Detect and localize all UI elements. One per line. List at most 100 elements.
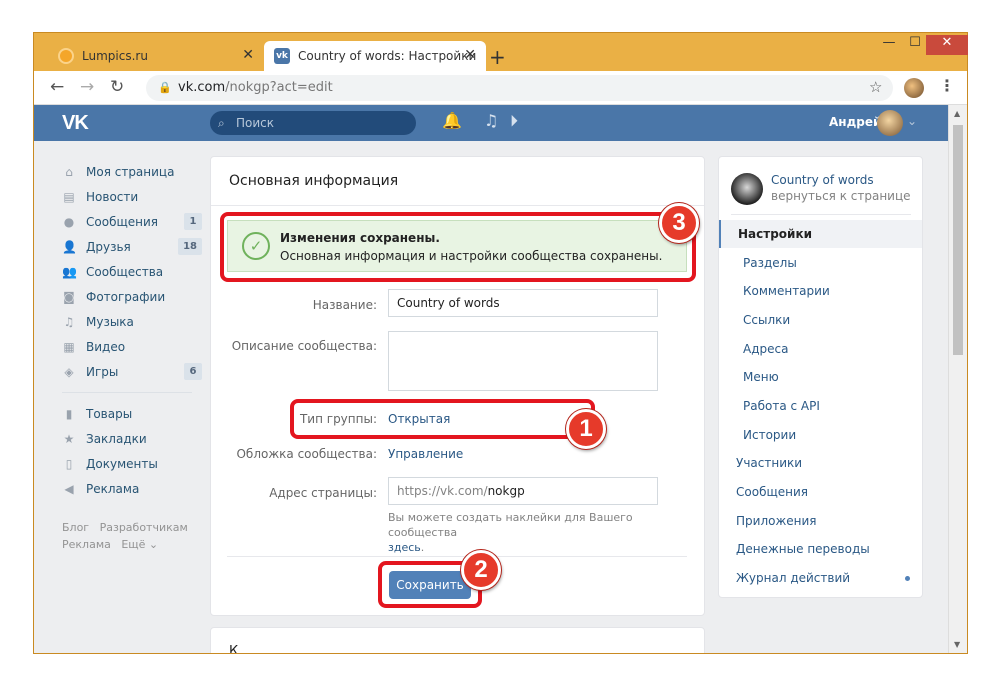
sidebar-item-label: Моя страница [86, 164, 175, 179]
name-field[interactable]: Country of words [388, 289, 658, 317]
sidebar-item-goods[interactable]: ▮ Товары [62, 401, 202, 426]
menu-item-comments[interactable]: Комментарии [719, 277, 922, 305]
sidebar-item-groups[interactable]: 👥 Сообщества [62, 259, 202, 284]
search-placeholder: Поиск [236, 116, 275, 130]
divider [227, 556, 687, 557]
menu-item-links[interactable]: Ссылки [719, 306, 922, 334]
menu-item-money-transfers[interactable]: Денежные переводы [719, 535, 922, 563]
scrollbar-thumb[interactable] [953, 125, 963, 355]
window-close-icon[interactable]: ✕ [926, 35, 968, 55]
hint-link[interactable]: здесь [388, 541, 421, 554]
search-icon: ⌕ [218, 116, 225, 130]
annotation-badge-1: 1 [566, 409, 606, 449]
settings-card: Основная информация ✓ Изменения сохранен… [210, 156, 705, 616]
sidebar-item-video[interactable]: ▦ Видео [62, 334, 202, 359]
footer-link-more[interactable]: Ещё ⌄ [121, 538, 158, 551]
sidebar-item-label: Фотографии [86, 289, 166, 304]
menu-item-action-log[interactable]: Журнал действий [719, 564, 922, 592]
sidebar-item-my-page[interactable]: ⌂ Моя страница [62, 159, 202, 184]
back-icon[interactable]: ← [50, 77, 64, 97]
sidebar-item-ads[interactable]: ◀ Реклама [62, 476, 202, 501]
bookmark-star-icon[interactable]: ☆ [869, 78, 882, 96]
hint-period: . [420, 541, 425, 554]
left-sidebar: ⌂ Моя страница ▤ Новости ● Сообщения 1 👤 Друз… [62, 159, 202, 553]
count-badge: 18 [178, 238, 202, 255]
footer-link-blog[interactable]: Блог [62, 521, 89, 534]
forward-icon[interactable]: → [80, 77, 94, 97]
address-field[interactable]: https://vk.com/nokgp [388, 477, 658, 505]
maximize-icon[interactable]: ☐ [904, 35, 926, 55]
sidebar-item-documents[interactable]: ▯ Документы [62, 451, 202, 476]
minimize-icon[interactable]: — [879, 35, 899, 55]
cover-label: Обложка сообщества: [236, 447, 377, 461]
play-icon[interactable]: ⏵ [510, 111, 518, 131]
music-icon: ♫ [63, 314, 75, 329]
menu-item-sections[interactable]: Разделы [719, 249, 922, 277]
megaphone-icon: ◀ [64, 481, 74, 496]
vk-logo[interactable]: VK [62, 112, 89, 135]
description-field[interactable] [388, 331, 658, 391]
user-name[interactable]: Андрей [829, 115, 881, 129]
music-note-icon[interactable]: ♫ [484, 111, 498, 130]
browser-menu-icon[interactable]: ⋮ [939, 76, 955, 95]
new-tab-button[interactable]: + [489, 45, 506, 69]
menu-item-apps[interactable]: Приложения [719, 507, 922, 535]
home-icon: ⌂ [65, 164, 73, 179]
message-icon: ● [63, 214, 75, 229]
menu-item-api[interactable]: Работа с API [719, 392, 922, 420]
count-badge: 1 [184, 213, 202, 230]
star-icon: ★ [63, 431, 75, 446]
scrollbar[interactable]: ▲ ▼ [948, 105, 967, 653]
scroll-down-icon[interactable]: ▼ [954, 640, 960, 649]
url-path: /nokgp?act=edit [225, 80, 333, 95]
sidebar-item-games[interactable]: ◈ Игры 6 [62, 359, 202, 384]
menu-item-addresses[interactable]: Адреса [719, 335, 922, 363]
sidebar-item-news[interactable]: ▤ Новости [62, 184, 202, 209]
menu-item-settings[interactable]: Настройки [719, 220, 922, 248]
sidebar-item-label: Игры [86, 364, 119, 379]
reload-icon[interactable]: ↻ [110, 77, 124, 97]
bell-icon[interactable]: 🔔 [442, 111, 462, 130]
group-name[interactable]: Country of words [771, 173, 874, 187]
scroll-up-icon[interactable]: ▲ [954, 109, 960, 118]
tab-vk-settings[interactable]: vk Country of words: Настройки ✕ [264, 41, 486, 71]
tab-close-icon[interactable]: ✕ [464, 47, 476, 63]
back-to-page-link[interactable]: вернуться к странице [771, 189, 911, 203]
sidebar-item-messages[interactable]: ● Сообщения 1 [62, 209, 202, 234]
annotation-frame-3 [220, 212, 696, 282]
chevron-down-icon[interactable]: ⌄ [907, 114, 917, 128]
menu-item-messages[interactable]: Сообщения [719, 478, 922, 506]
divider [211, 205, 704, 206]
annotation-badge-3: 3 [659, 203, 699, 243]
annotation-frame-1 [290, 399, 595, 439]
address-prefix: https://vk.com/ [397, 484, 488, 498]
sidebar-item-friends[interactable]: 👤 Друзья 18 [62, 234, 202, 259]
profile-avatar[interactable] [904, 78, 924, 98]
tab-lumpics[interactable]: Lumpics.ru ✕ [50, 41, 264, 71]
avatar[interactable] [877, 110, 903, 136]
lock-icon: 🔒 [158, 81, 172, 94]
search-input[interactable]: ⌕ Поиск [210, 111, 416, 135]
next-card-title: К... [229, 644, 251, 653]
footer-link-ads[interactable]: Реклама [62, 538, 111, 551]
url-input[interactable]: 🔒 vk.com/nokgp?act=edit [146, 75, 893, 101]
cover-manage-link[interactable]: Управление [388, 447, 463, 461]
tab-close-icon[interactable]: ✕ [242, 47, 254, 63]
sidebar-item-label: Товары [86, 406, 133, 421]
sidebar-item-music[interactable]: ♫ Музыка [62, 309, 202, 334]
description-label: Описание сообщества: [231, 339, 377, 353]
video-icon: ▦ [63, 339, 75, 354]
tab-title: Country of words: Настройки [298, 49, 477, 63]
address-value: nokgp [487, 484, 525, 498]
sidebar-item-photos[interactable]: ◙ Фотографии [62, 284, 202, 309]
lumpics-favicon-icon [58, 48, 74, 64]
footer-link-dev[interactable]: Разработчикам [100, 521, 188, 534]
menu-item-menu[interactable]: Меню [719, 363, 922, 391]
sidebar-divider [62, 392, 192, 393]
browser-window: Lumpics.ru ✕ vk Country of words: Настро… [33, 32, 968, 654]
sidebar-item-bookmarks[interactable]: ★ Закладки [62, 426, 202, 451]
group-header[interactable]: Country of words вернуться к странице [731, 169, 911, 215]
menu-item-members[interactable]: Участники [719, 449, 922, 477]
menu-item-label: Журнал действий [736, 571, 851, 585]
menu-item-stories[interactable]: Истории [719, 421, 922, 449]
